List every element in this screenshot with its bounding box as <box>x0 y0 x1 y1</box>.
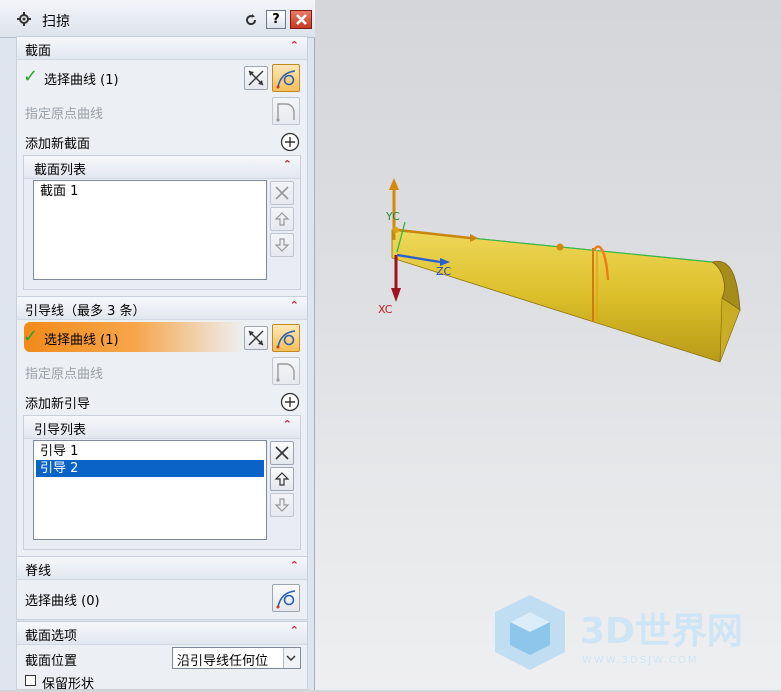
point-handle[interactable] <box>556 243 564 251</box>
section-list-header[interactable]: 截面列表 ⌃ <box>24 156 300 179</box>
reset-icon[interactable] <box>243 12 259 28</box>
spine-group: 脊线 ⌃ <box>16 556 308 620</box>
guide-curve-rule-button[interactable] <box>272 324 300 352</box>
guide-list-title: 引导列表 <box>34 423 87 438</box>
dialog-titlebar: 扫掠 ? <box>0 0 315 38</box>
collapse-chevron-icon[interactable]: ⌃ <box>283 418 292 431</box>
remove-guide-button[interactable] <box>270 441 294 465</box>
arrow-down-icon <box>274 238 290 252</box>
guide-list-header[interactable]: 引导列表 ⌃ <box>24 416 300 439</box>
watermark-logo: 3D世界网 WWW.3DSJW.COM <box>495 595 743 670</box>
section-options-header[interactable]: 截面选项 ⌃ <box>17 622 307 645</box>
guide-listbox[interactable]: 引导 1 引导 2 <box>33 440 267 540</box>
guide-group-title: 引导线（最多 3 条） <box>25 304 146 319</box>
move-up-section-button[interactable] <box>270 207 294 231</box>
axis-x-label: XC <box>378 303 393 316</box>
arrow-down-icon <box>274 498 290 512</box>
remove-section-button[interactable] <box>270 181 294 205</box>
swept-surface[interactable] <box>391 229 741 363</box>
delete-icon <box>275 446 289 460</box>
collapse-chevron-icon[interactable]: ⌃ <box>290 624 299 637</box>
help-button[interactable]: ? <box>266 10 286 29</box>
section-group-title: 截面 <box>25 44 52 59</box>
guide-origin-curve-button[interactable] <box>272 357 300 385</box>
add-new-section-label: 添加新截面 <box>25 137 91 152</box>
close-icon <box>296 14 307 25</box>
arrow-up-icon <box>274 472 290 486</box>
section-origin-curve-label: 指定原点曲线 <box>25 107 104 122</box>
guide-reverse-direction-button[interactable] <box>244 326 268 350</box>
section-curve-rule-button[interactable] <box>272 64 300 92</box>
collapse-chevron-icon[interactable]: ⌃ <box>290 39 299 52</box>
reverse-direction-button[interactable] <box>244 66 268 90</box>
section-origin-curve-button[interactable] <box>272 97 300 125</box>
axis-z-label: ZC <box>436 265 452 278</box>
graphics-viewport[interactable]: XC YC ZC 3D世界网 WWW.3DSJW.COM <box>316 0 781 690</box>
watermark-url: WWW.3DSJW.COM <box>582 655 698 666</box>
move-down-guide-button[interactable] <box>270 493 294 517</box>
guide-group-header[interactable]: 引导线（最多 3 条） ⌃ <box>17 297 307 320</box>
spine-curve-rule-button[interactable] <box>272 584 300 612</box>
curve-rule-icon <box>276 590 296 609</box>
sweep-dialog: 扫掠 ? 截面 ⌃ ✓ 选择曲线 (1) 指定原点曲线 添加新截面 截面列表 ⌃… <box>0 0 315 692</box>
reverse-direction-icon <box>248 70 264 86</box>
dialog-title: 扫掠 <box>42 14 70 30</box>
collapse-chevron-icon[interactable]: ⌃ <box>290 559 299 572</box>
section-options-title: 截面选项 <box>25 629 78 644</box>
spine-select-curve-label[interactable]: 选择曲线 (0) <box>25 590 100 609</box>
list-item-selected[interactable]: 引导 2 <box>36 460 264 477</box>
preserve-shape-label: 保留形状 <box>42 677 95 692</box>
origin-curve-icon <box>276 103 295 122</box>
move-down-section-button[interactable] <box>270 233 294 257</box>
section-listbox[interactable]: 截面 1 <box>33 180 267 280</box>
add-new-guide-label: 添加新引导 <box>25 397 91 412</box>
list-item[interactable]: 截面 1 <box>36 183 264 200</box>
preserve-shape-checkbox[interactable] <box>25 675 36 686</box>
section-position-select[interactable]: 沿引导线任何位 <box>172 647 301 669</box>
spine-group-title: 脊线 <box>25 564 52 579</box>
close-button[interactable] <box>290 10 312 29</box>
check-icon: ✓ <box>23 66 39 87</box>
check-icon: ✓ <box>23 326 39 347</box>
guide-origin-curve-label: 指定原点曲线 <box>25 367 104 382</box>
axis-y-label: YC <box>385 210 400 223</box>
guide-select-curve-label[interactable]: 选择曲线 (1) <box>44 329 119 348</box>
curve-rule-icon <box>276 70 296 89</box>
section-select-curve-label[interactable]: 选择曲线 (1) <box>44 69 119 88</box>
section-position-label: 截面位置 <box>25 654 78 669</box>
watermark-brand: 3D世界网 <box>580 611 743 652</box>
section-position-value: 沿引导线任何位 <box>177 654 269 669</box>
gear-icon <box>17 12 31 26</box>
delete-icon <box>275 186 289 200</box>
section-list-title: 截面列表 <box>34 163 87 178</box>
chevron-down-icon[interactable] <box>283 648 300 668</box>
section-group-header[interactable]: 截面 ⌃ <box>17 37 307 60</box>
reverse-direction-icon <box>248 330 264 346</box>
arrow-up-icon <box>274 212 290 226</box>
collapse-chevron-icon[interactable]: ⌃ <box>283 158 292 171</box>
list-item[interactable]: 引导 1 <box>36 443 264 460</box>
help-icon: ? <box>272 12 280 27</box>
origin-curve-icon <box>276 363 295 382</box>
move-up-guide-button[interactable] <box>270 467 294 491</box>
add-new-section-button[interactable] <box>280 132 300 152</box>
collapse-chevron-icon[interactable]: ⌃ <box>290 299 299 312</box>
curve-rule-icon <box>276 330 296 349</box>
spine-group-header[interactable]: 脊线 ⌃ <box>17 557 307 580</box>
add-new-guide-button[interactable] <box>280 392 300 412</box>
